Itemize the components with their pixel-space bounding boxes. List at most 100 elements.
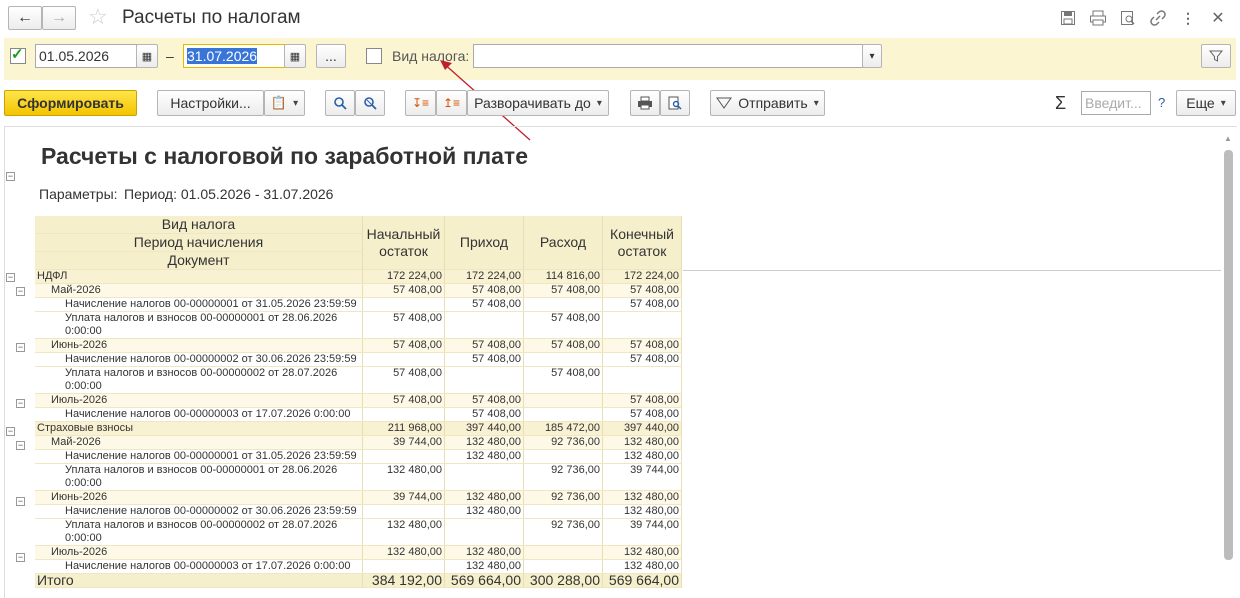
back-button[interactable]: ← bbox=[8, 6, 42, 30]
tax-type-row[interactable]: НДФЛ 172 224,00 172 224,00 114 816,00 172 22… bbox=[35, 269, 682, 284]
close-icon[interactable]: ✕ bbox=[1208, 8, 1228, 28]
period-row[interactable]: Май-2026 57 408,00 57 408,00 57 408,00 57 40… bbox=[35, 283, 682, 298]
header-tax-type[interactable]: Вид налога bbox=[35, 216, 363, 234]
header-document[interactable]: Документ bbox=[35, 251, 363, 270]
period-row[interactable]: Май-2026 39 744,00 132 480,00 92 736,00 132 … bbox=[35, 435, 682, 450]
search-reset-button[interactable] bbox=[355, 90, 385, 116]
params-value: Период: 01.05.2026 - 31.07.2026 bbox=[124, 186, 334, 202]
expand-all-button[interactable]: ↧≡ bbox=[405, 90, 436, 116]
cell-closing: 57 408,00 bbox=[602, 338, 682, 353]
row-text-cont: 0:00:00 bbox=[65, 477, 102, 489]
cell-income: 132 480,00 bbox=[444, 545, 524, 560]
print-button[interactable] bbox=[630, 90, 660, 116]
save-icon[interactable] bbox=[1058, 8, 1078, 28]
row-text: Июнь-2026 bbox=[51, 491, 108, 503]
cell-opening: 57 408,00 bbox=[362, 283, 445, 298]
cell-expense: 57 408,00 bbox=[523, 338, 603, 353]
collapse-group-icon[interactable]: − bbox=[16, 287, 25, 296]
document-row[interactable]: Начисление налогов 00-00000003 от 17.07.… bbox=[35, 407, 682, 422]
total-row: Итого 384 192,00 569 664,00 300 288,00 5… bbox=[35, 573, 682, 588]
calendar-from-button[interactable]: ▦ bbox=[136, 44, 158, 68]
tax-type-row[interactable]: Страховые взносы 211 968,00 397 440,00 185 … bbox=[35, 421, 682, 436]
expand-to-label: Разворачивать до bbox=[474, 95, 591, 111]
generate-button[interactable]: Сформировать bbox=[4, 90, 137, 116]
document-row[interactable]: Начисление налогов 00-00000002 от 30.06.… bbox=[35, 504, 682, 519]
print-preview-button[interactable] bbox=[660, 90, 690, 116]
printer-icon bbox=[638, 96, 652, 110]
sum-sigma-icon[interactable]: Σ bbox=[1055, 93, 1066, 114]
row-text-cont: 0:00:00 bbox=[65, 325, 102, 337]
forward-button[interactable]: → bbox=[42, 6, 76, 30]
period-row[interactable]: Июнь-2026 57 408,00 57 408,00 57 408,00 57 4… bbox=[35, 338, 682, 353]
sum-input[interactable]: Введит... bbox=[1081, 91, 1151, 115]
tax-type-dropdown-button[interactable]: ▾ bbox=[862, 44, 882, 68]
row-label: Июль-2026 bbox=[35, 545, 363, 560]
cell-opening: 211 968,00 bbox=[362, 421, 445, 436]
calendar-to-button[interactable]: ▦ bbox=[284, 44, 306, 68]
document-row[interactable]: Начисление налогов 00-00000002 от 30.06.… bbox=[35, 352, 682, 367]
generate-label: Сформировать bbox=[17, 95, 124, 111]
collapse-groups-icon: ↥≡ bbox=[442, 96, 461, 110]
document-row[interactable]: Уплата налогов и взносов 00-00000002 от … bbox=[35, 366, 682, 394]
date-to-field[interactable]: 31.07.2026 bbox=[183, 44, 285, 68]
search-clear-icon bbox=[364, 97, 377, 110]
collapse-all-button[interactable]: ↥≡ bbox=[436, 90, 467, 116]
document-row[interactable]: Уплата налогов и взносов 00-00000001 от … bbox=[35, 463, 682, 491]
collapse-title-icon[interactable]: − bbox=[6, 172, 15, 181]
more-label: Еще bbox=[1186, 95, 1215, 111]
scroll-up-icon[interactable]: ▲ bbox=[1224, 134, 1232, 143]
divider-line bbox=[683, 270, 1221, 271]
preview-icon[interactable] bbox=[1118, 8, 1138, 28]
cell-expense: 92 736,00 bbox=[523, 463, 603, 491]
date-from-field[interactable]: 01.05.2026 bbox=[35, 44, 137, 68]
period-select-button[interactable]: ... bbox=[316, 44, 346, 68]
row-text: Май-2026 bbox=[51, 436, 101, 448]
cell-opening: 57 408,00 bbox=[362, 311, 445, 339]
document-row[interactable]: Уплата налогов и взносов 00-00000002 от … bbox=[35, 518, 682, 546]
period-row[interactable]: Июль-2026 132 480,00 132 480,00 132 480,00 bbox=[35, 545, 682, 560]
collapse-group-icon[interactable]: − bbox=[16, 441, 25, 450]
document-row[interactable]: Начисление налогов 00-00000001 от 31.05.… bbox=[35, 297, 682, 312]
collapse-group-icon[interactable]: − bbox=[6, 273, 15, 282]
collapse-group-icon[interactable]: − bbox=[16, 497, 25, 506]
collapse-group-icon[interactable]: − bbox=[6, 427, 15, 436]
cell-income bbox=[444, 463, 524, 491]
send-button[interactable]: Отправить bbox=[710, 90, 825, 116]
scrollbar[interactable] bbox=[1224, 150, 1233, 560]
settings-button[interactable]: Настройки... bbox=[157, 90, 264, 116]
header-expense: Расход bbox=[523, 216, 603, 270]
collapse-group-icon[interactable]: − bbox=[16, 343, 25, 352]
cell-closing: 57 408,00 bbox=[602, 352, 682, 367]
tax-type-checkbox[interactable] bbox=[366, 48, 382, 64]
document-row[interactable]: Уплата налогов и взносов 00-00000001 от … bbox=[35, 311, 682, 339]
row-text: Начисление налогов 00-00000003 от 17.07.… bbox=[65, 560, 351, 572]
total-expense: 300 288,00 bbox=[523, 573, 603, 588]
document-row[interactable]: Начисление налогов 00-00000001 от 31.05.… bbox=[35, 449, 682, 464]
window-title: Расчеты по налогам bbox=[122, 7, 301, 28]
more-button[interactable]: Еще bbox=[1176, 90, 1236, 116]
total-income: 569 664,00 bbox=[444, 573, 524, 588]
cell-opening: 57 408,00 bbox=[362, 366, 445, 394]
total-opening: 384 192,00 bbox=[362, 573, 445, 588]
row-label: Начисление налогов 00-00000003 от 17.07.… bbox=[35, 407, 363, 422]
help-link[interactable]: ? bbox=[1158, 95, 1165, 110]
filter-button[interactable] bbox=[1201, 44, 1231, 68]
expand-to-button[interactable]: Разворачивать до bbox=[467, 90, 609, 116]
more-vertical-icon[interactable]: ⋮ bbox=[1178, 8, 1198, 28]
favorite-star-icon[interactable]: ☆ bbox=[88, 4, 108, 30]
search-button[interactable] bbox=[325, 90, 355, 116]
header-period[interactable]: Период начисления bbox=[35, 233, 363, 252]
row-label: Май-2026 bbox=[35, 435, 363, 450]
period-checkbox[interactable]: ✓ bbox=[10, 46, 26, 64]
collapse-group-icon[interactable]: − bbox=[16, 553, 25, 562]
period-row[interactable]: Июнь-2026 39 744,00 132 480,00 92 736,00 132… bbox=[35, 490, 682, 505]
cell-closing: 132 480,00 bbox=[602, 545, 682, 560]
collapse-group-icon[interactable]: − bbox=[16, 399, 25, 408]
period-row[interactable]: Июль-2026 57 408,00 57 408,00 57 408,00 bbox=[35, 393, 682, 408]
row-label: Июль-2026 bbox=[35, 393, 363, 408]
variants-button[interactable]: 📋 bbox=[264, 90, 305, 116]
link-icon[interactable] bbox=[1148, 8, 1168, 28]
row-text: Июль-2026 bbox=[51, 394, 108, 406]
print-icon[interactable] bbox=[1088, 8, 1108, 28]
date-dash: – bbox=[166, 48, 174, 64]
